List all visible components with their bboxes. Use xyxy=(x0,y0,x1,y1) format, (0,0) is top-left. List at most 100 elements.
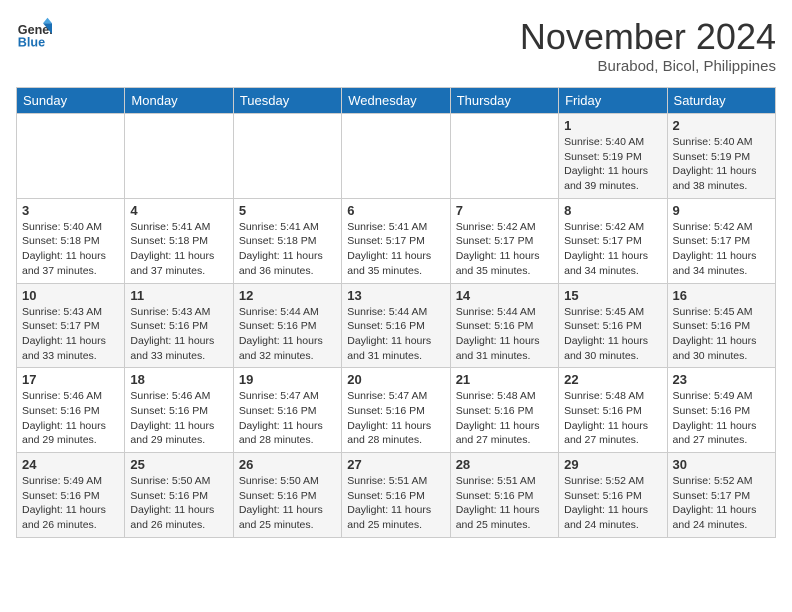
calendar-cell: 14 Sunrise: 5:44 AMSunset: 5:16 PMDayligh… xyxy=(450,283,558,368)
calendar-cell: 4Sunrise: 5:41 AMSunset: 5:18 PMDaylight… xyxy=(125,198,233,283)
calendar-cell: 17 Sunrise: 5:46 AMSunset: 5:16 PMDayligh… xyxy=(17,368,125,453)
cell-content: Sunrise: 5:40 AMSunset: 5:19 PMDaylight:… xyxy=(564,135,661,194)
day-number: 12 xyxy=(239,288,336,303)
calendar-cell: 9 Sunrise: 5:42 AMSunset: 5:17 PMDaylight… xyxy=(667,198,775,283)
calendar-cell xyxy=(342,114,450,199)
day-number: 5 xyxy=(239,203,336,218)
calendar-cell: 7 Sunrise: 5:42 AMSunset: 5:17 PMDaylight… xyxy=(450,198,558,283)
calendar-cell: 22 Sunrise: 5:48 AMSunset: 5:16 PMDayligh… xyxy=(559,368,667,453)
day-number: 24 xyxy=(22,457,119,472)
calendar-table: SundayMondayTuesdayWednesdayThursdayFrid… xyxy=(16,87,776,538)
calendar-cell: 6Sunrise: 5:41 AMSunset: 5:17 PMDaylight… xyxy=(342,198,450,283)
cell-content: Sunrise: 5:51 AMSunset: 5:16 PMDaylight:… xyxy=(347,474,444,533)
day-number: 27 xyxy=(347,457,444,472)
cell-content: Sunrise: 5:46 AMSunset: 5:16 PMDaylight:… xyxy=(22,389,119,448)
calendar-cell: 13 Sunrise: 5:44 AMSunset: 5:16 PMDayligh… xyxy=(342,283,450,368)
day-number: 25 xyxy=(130,457,227,472)
cell-content: Sunrise: 5:42 AMSunset: 5:17 PMDaylight:… xyxy=(564,220,661,279)
weekday-header-friday: Friday xyxy=(559,88,667,114)
cell-content: Sunrise: 5:43 AMSunset: 5:17 PMDaylight:… xyxy=(22,305,119,364)
day-number: 26 xyxy=(239,457,336,472)
cell-content: Sunrise: 5:45 AMSunset: 5:16 PMDaylight:… xyxy=(673,305,770,364)
cell-content: Sunrise: 5:42 AMSunset: 5:17 PMDaylight:… xyxy=(673,220,770,279)
month-title: November 2024 xyxy=(520,16,776,58)
day-number: 9 xyxy=(673,203,770,218)
day-number: 30 xyxy=(673,457,770,472)
page: General Blue November 2024 Burabod, Bico… xyxy=(0,0,792,554)
week-row-3: 10 Sunrise: 5:43 AMSunset: 5:17 PMDayligh… xyxy=(17,283,776,368)
calendar-cell: 23 Sunrise: 5:49 AMSunset: 5:16 PMDayligh… xyxy=(667,368,775,453)
calendar-cell: 21 Sunrise: 5:48 AMSunset: 5:16 PMDayligh… xyxy=(450,368,558,453)
weekday-header-saturday: Saturday xyxy=(667,88,775,114)
calendar-cell: 25 Sunrise: 5:50 AMSunset: 5:16 PMDayligh… xyxy=(125,453,233,538)
calendar-cell: 11Sunrise: 5:43 AMSunset: 5:16 PMDayligh… xyxy=(125,283,233,368)
day-number: 28 xyxy=(456,457,553,472)
day-number: 21 xyxy=(456,372,553,387)
day-number: 18 xyxy=(130,372,227,387)
weekday-header-monday: Monday xyxy=(125,88,233,114)
day-number: 8 xyxy=(564,203,661,218)
calendar-cell: 28Sunrise: 5:51 AMSunset: 5:16 PMDayligh… xyxy=(450,453,558,538)
calendar-cell: 24 Sunrise: 5:49 AMSunset: 5:16 PMDayligh… xyxy=(17,453,125,538)
cell-content: Sunrise: 5:44 AMSunset: 5:16 PMDaylight:… xyxy=(347,305,444,364)
calendar-cell: 20 Sunrise: 5:47 AMSunset: 5:16 PMDayligh… xyxy=(342,368,450,453)
cell-content: Sunrise: 5:52 AMSunset: 5:17 PMDaylight:… xyxy=(673,474,770,533)
calendar-cell: 8 Sunrise: 5:42 AMSunset: 5:17 PMDaylight… xyxy=(559,198,667,283)
cell-content: Sunrise: 5:48 AMSunset: 5:16 PMDaylight:… xyxy=(456,389,553,448)
calendar-cell xyxy=(17,114,125,199)
day-number: 17 xyxy=(22,372,119,387)
day-number: 29 xyxy=(564,457,661,472)
weekday-header-sunday: Sunday xyxy=(17,88,125,114)
weekday-header-wednesday: Wednesday xyxy=(342,88,450,114)
cell-content: Sunrise: 5:49 AMSunset: 5:16 PMDaylight:… xyxy=(673,389,770,448)
calendar-cell: 26 Sunrise: 5:50 AMSunset: 5:16 PMDayligh… xyxy=(233,453,341,538)
day-number: 19 xyxy=(239,372,336,387)
calendar-cell: 12 Sunrise: 5:44 AMSunset: 5:16 PMDayligh… xyxy=(233,283,341,368)
cell-content: Sunrise: 5:50 AMSunset: 5:16 PMDaylight:… xyxy=(130,474,227,533)
calendar-cell xyxy=(233,114,341,199)
day-number: 23 xyxy=(673,372,770,387)
calendar-cell: 2 Sunrise: 5:40 AMSunset: 5:19 PMDaylight… xyxy=(667,114,775,199)
day-number: 14 xyxy=(456,288,553,303)
cell-content: Sunrise: 5:44 AMSunset: 5:16 PMDaylight:… xyxy=(456,305,553,364)
day-number: 7 xyxy=(456,203,553,218)
cell-content: Sunrise: 5:52 AMSunset: 5:16 PMDaylight:… xyxy=(564,474,661,533)
day-number: 22 xyxy=(564,372,661,387)
day-number: 4 xyxy=(130,203,227,218)
day-number: 10 xyxy=(22,288,119,303)
cell-content: Sunrise: 5:47 AMSunset: 5:16 PMDaylight:… xyxy=(239,389,336,448)
week-row-2: 3Sunrise: 5:40 AMSunset: 5:18 PMDaylight… xyxy=(17,198,776,283)
calendar-cell: 16 Sunrise: 5:45 AMSunset: 5:16 PMDayligh… xyxy=(667,283,775,368)
weekday-header-row: SundayMondayTuesdayWednesdayThursdayFrid… xyxy=(17,88,776,114)
day-number: 11 xyxy=(130,288,227,303)
cell-content: Sunrise: 5:40 AMSunset: 5:19 PMDaylight:… xyxy=(673,135,770,194)
week-row-1: 1 Sunrise: 5:40 AMSunset: 5:19 PMDaylight… xyxy=(17,114,776,199)
calendar-cell: 29 Sunrise: 5:52 AMSunset: 5:16 PMDayligh… xyxy=(559,453,667,538)
day-number: 2 xyxy=(673,118,770,133)
cell-content: Sunrise: 5:50 AMSunset: 5:16 PMDaylight:… xyxy=(239,474,336,533)
cell-content: Sunrise: 5:41 AMSunset: 5:17 PMDaylight:… xyxy=(347,220,444,279)
cell-content: Sunrise: 5:44 AMSunset: 5:16 PMDaylight:… xyxy=(239,305,336,364)
calendar-cell: 19 Sunrise: 5:47 AMSunset: 5:16 PMDayligh… xyxy=(233,368,341,453)
day-number: 20 xyxy=(347,372,444,387)
calendar-cell: 5 Sunrise: 5:41 AMSunset: 5:18 PMDaylight… xyxy=(233,198,341,283)
day-number: 1 xyxy=(564,118,661,133)
calendar-cell: 1 Sunrise: 5:40 AMSunset: 5:19 PMDaylight… xyxy=(559,114,667,199)
cell-content: Sunrise: 5:41 AMSunset: 5:18 PMDaylight:… xyxy=(239,220,336,279)
logo: General Blue xyxy=(16,16,52,52)
cell-content: Sunrise: 5:42 AMSunset: 5:17 PMDaylight:… xyxy=(456,220,553,279)
cell-content: Sunrise: 5:47 AMSunset: 5:16 PMDaylight:… xyxy=(347,389,444,448)
svg-text:Blue: Blue xyxy=(18,36,45,50)
calendar-cell: 30 Sunrise: 5:52 AMSunset: 5:17 PMDayligh… xyxy=(667,453,775,538)
week-row-5: 24 Sunrise: 5:49 AMSunset: 5:16 PMDayligh… xyxy=(17,453,776,538)
cell-content: Sunrise: 5:49 AMSunset: 5:16 PMDaylight:… xyxy=(22,474,119,533)
weekday-header-tuesday: Tuesday xyxy=(233,88,341,114)
week-row-4: 17 Sunrise: 5:46 AMSunset: 5:16 PMDayligh… xyxy=(17,368,776,453)
weekday-header-thursday: Thursday xyxy=(450,88,558,114)
day-number: 13 xyxy=(347,288,444,303)
day-number: 16 xyxy=(673,288,770,303)
cell-content: Sunrise: 5:48 AMSunset: 5:16 PMDaylight:… xyxy=(564,389,661,448)
cell-content: Sunrise: 5:40 AMSunset: 5:18 PMDaylight:… xyxy=(22,220,119,279)
calendar-cell: 15Sunrise: 5:45 AMSunset: 5:16 PMDayligh… xyxy=(559,283,667,368)
cell-content: Sunrise: 5:45 AMSunset: 5:16 PMDaylight:… xyxy=(564,305,661,364)
